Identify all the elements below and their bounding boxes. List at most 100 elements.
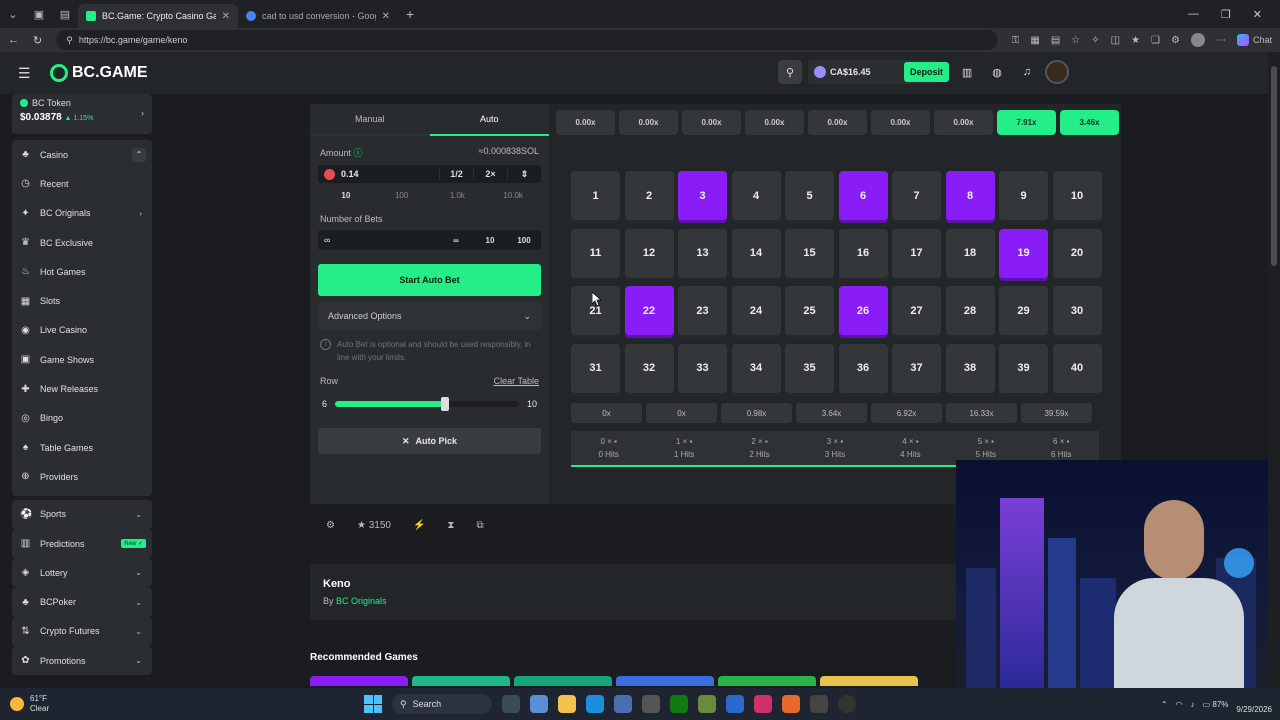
game-thumb[interactable] [616, 676, 714, 686]
start-auto-bet-button[interactable]: Start Auto Bet [318, 264, 541, 296]
amount-input[interactable]: 0.14 1/2 2× ⇕ [318, 165, 541, 183]
key-icon[interactable]: ⚿ [1012, 35, 1020, 46]
windows-start-icon[interactable] [364, 695, 382, 713]
keno-tile-selected[interactable]: 26 [838, 286, 888, 335]
more-icon[interactable]: ⋯ [1216, 35, 1226, 46]
obs-icon[interactable] [838, 695, 856, 713]
chevron-up-icon[interactable]: ⌃ [132, 147, 146, 162]
keno-tile[interactable]: 25 [785, 286, 834, 335]
keno-tile-selected[interactable]: 19 [999, 228, 1048, 278]
extension-icon[interactable]: ✧ [1091, 35, 1099, 46]
game-thumb[interactable] [310, 676, 408, 686]
slider-thumb[interactable] [441, 397, 450, 411]
bets-100-button[interactable]: 100 [507, 236, 541, 245]
keno-tile[interactable]: 38 [945, 343, 995, 393]
tab-auto[interactable]: Auto [429, 104, 549, 136]
keno-tile[interactable]: 27 [892, 286, 941, 335]
keno-tile[interactable]: 17 [892, 228, 941, 278]
keno-tile-selected[interactable]: 8 [945, 171, 995, 220]
keno-tile[interactable]: 30 [1052, 286, 1102, 335]
keno-tile[interactable]: 4 [731, 171, 781, 220]
keno-tile[interactable]: 24 [731, 286, 781, 335]
sidebar-item-casino[interactable]: ♣ Casino ⌃ [12, 140, 152, 169]
keno-tile[interactable]: 32 [624, 343, 674, 393]
chevron-up-icon[interactable]: ⌃ [1161, 700, 1168, 709]
sidebar-item-bingo[interactable]: ◎ Bingo [12, 404, 152, 433]
store-icon[interactable] [614, 695, 632, 713]
new-tab-icon[interactable]: + [406, 6, 414, 22]
auto-pick-button[interactable]: ✕ Auto Pick [318, 428, 541, 454]
keno-tile-selected[interactable]: 22 [624, 286, 674, 335]
keno-tile[interactable]: 40 [1052, 343, 1102, 393]
deposit-button[interactable]: Deposit [904, 62, 950, 82]
minecraft-icon[interactable] [698, 695, 716, 713]
game-thumb[interactable] [514, 676, 612, 686]
user-avatar[interactable] [1045, 60, 1070, 84]
quick-amount-button[interactable]: 10.0k [485, 191, 541, 200]
logo[interactable]: BC.GAME [50, 64, 148, 82]
site-info-icon[interactable]: ⚲ [66, 35, 73, 46]
info-icon[interactable]: ⓘ [354, 148, 363, 158]
keno-tile[interactable]: 31 [571, 343, 620, 393]
close-window-icon[interactable]: ✕ [1253, 8, 1262, 21]
tab-google[interactable]: cad to usd conversion - Google S ✕ [238, 4, 398, 28]
tab-actions-icon[interactable]: ▤ [52, 0, 78, 28]
sidebar-item-predictions[interactable]: ▥ Predictions New ✓ [12, 528, 152, 559]
keno-tile[interactable]: 36 [838, 343, 888, 393]
url-field[interactable]: ⚲ https://bc.game/game/keno [56, 30, 998, 50]
instagram-icon[interactable] [754, 695, 772, 713]
keno-tile-selected[interactable]: 3 [678, 171, 727, 220]
keno-tile[interactable]: 35 [785, 343, 834, 393]
sidebar-item-hot-games[interactable]: ♨ Hot Games [12, 257, 152, 286]
advanced-options-toggle[interactable]: Advanced Options ⌄ [318, 302, 541, 330]
sidebar-item-table-games[interactable]: ♠ Table Games [12, 433, 152, 462]
keno-tile[interactable]: 13 [678, 228, 727, 278]
back-icon[interactable]: ← [8, 34, 19, 46]
app-icon[interactable] [726, 695, 744, 713]
favorite-count[interactable]: ★ 3150 [357, 520, 391, 531]
refresh-icon[interactable]: ↻ [33, 34, 42, 47]
keno-tile[interactable]: 16 [838, 228, 888, 278]
workspaces-icon[interactable]: ▣ [26, 0, 52, 28]
keno-tile-selected[interactable]: 6 [838, 171, 888, 220]
wifi-icon[interactable]: ◠ [1176, 700, 1183, 709]
keno-tile[interactable]: 28 [945, 286, 995, 335]
fair-icon[interactable]: ⧉ [476, 520, 483, 531]
volume-icon[interactable]: ♪ [1191, 700, 1195, 709]
copilot-app-icon[interactable] [530, 695, 548, 713]
bets-10-button[interactable]: 10 [473, 236, 507, 245]
game-thumb[interactable] [820, 676, 918, 686]
keno-tile[interactable]: 7 [892, 171, 941, 220]
quick-amount-button[interactable]: 100 [374, 191, 430, 200]
sidebar-item-recent[interactable]: ◷ Recent [12, 169, 152, 198]
app-icon[interactable] [642, 695, 660, 713]
quick-amount-button[interactable]: 10 [318, 191, 374, 200]
tab-manual[interactable]: Manual [310, 104, 430, 136]
edge-icon[interactable] [586, 695, 604, 713]
collections-icon[interactable]: ❏ [1151, 35, 1160, 46]
gift-button[interactable]: ▥ [955, 60, 979, 84]
taskbar-search[interactable]: ⚲ Search [392, 694, 492, 714]
page-scrollbar[interactable] [1268, 52, 1280, 688]
chat-button[interactable]: ◍ [985, 60, 1009, 84]
firefox-icon[interactable] [782, 695, 800, 713]
provider-link[interactable]: BC Originals [336, 596, 387, 606]
copilot-button[interactable]: Chat [1236, 34, 1272, 46]
keno-tile[interactable]: 5 [785, 171, 834, 220]
search-button[interactable]: ⚲ [778, 60, 802, 84]
settings-icon[interactable]: ⚙ [326, 520, 335, 531]
quick-amount-button[interactable]: 1.0k [430, 191, 486, 200]
stats-icon[interactable]: ⧗ [447, 520, 454, 531]
sidebar-item-new-releases[interactable]: ✚ New Releases [12, 374, 152, 403]
tab-bcgame[interactable]: BC.Game: Crypto Casino Gam ✕ [78, 4, 238, 28]
bets-infinite-button[interactable]: ∞ [439, 236, 473, 245]
bets-input[interactable]: ∞ ∞ 10 100 [318, 230, 541, 250]
battery-icon[interactable]: ▭ 87% [1203, 700, 1229, 709]
keno-tile[interactable]: 10 [1052, 171, 1102, 220]
sidebar-item-lottery[interactable]: ◈ Lottery ⌄ [12, 558, 152, 588]
stepper-icon[interactable]: ⇕ [507, 168, 541, 180]
sidebar-item-promotions[interactable]: ✿ Promotions ⌄ [12, 646, 152, 676]
menu-icon[interactable]: ☰ [18, 65, 34, 82]
weather-widget[interactable]: 61°F Clear [10, 694, 49, 714]
sidebar-item-slots[interactable]: ▦ Slots [12, 286, 152, 315]
